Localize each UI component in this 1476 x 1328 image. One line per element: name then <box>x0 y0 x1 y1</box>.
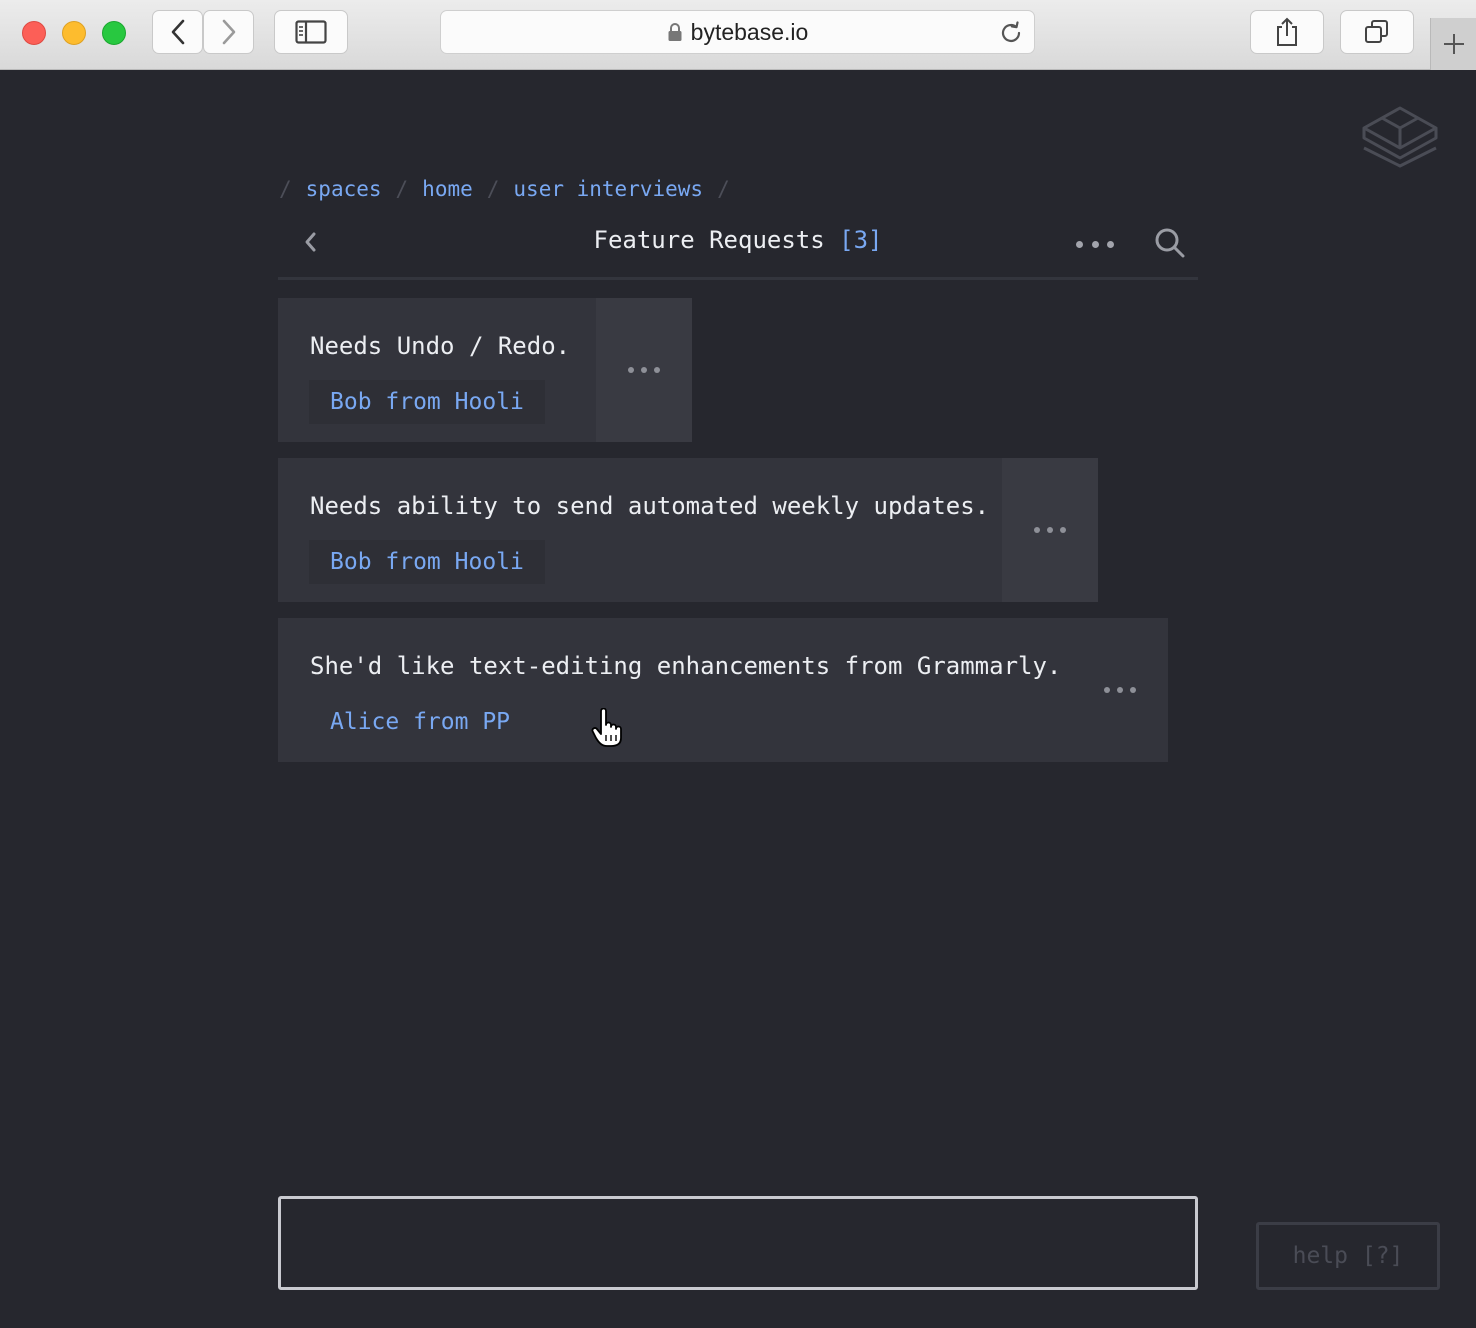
more-options-button[interactable] <box>1076 234 1114 254</box>
tabs-icon <box>1365 20 1388 43</box>
more-icon <box>1104 687 1136 693</box>
more-icon <box>1034 527 1066 533</box>
sidebar-icon <box>295 20 327 44</box>
page-header: Feature Requests [3] <box>278 220 1198 280</box>
minimize-window-button[interactable] <box>62 21 86 45</box>
card-text: She'd like text-editing enhancements fro… <box>310 652 1062 680</box>
zoom-window-button[interactable] <box>102 21 126 45</box>
breadcrumb-separator: / <box>486 177 500 201</box>
breadcrumb-user-interviews[interactable]: user interviews <box>513 177 703 201</box>
help-button[interactable]: help [?] <box>1256 1222 1440 1290</box>
card-text: Needs Undo / Redo. <box>310 332 571 360</box>
search-icon[interactable] <box>1154 227 1186 259</box>
new-tab-button[interactable] <box>1430 18 1476 70</box>
page-title-text: Feature Requests <box>593 226 825 254</box>
hand-cursor-icon <box>591 708 622 747</box>
breadcrumb-separator: / <box>279 177 292 201</box>
share-button[interactable] <box>1250 10 1324 54</box>
chevron-left-icon <box>305 232 316 252</box>
card-menu-button[interactable] <box>596 298 692 442</box>
dot <box>1076 240 1083 248</box>
list-item[interactable]: Needs ability to send automated weekly u… <box>278 458 1098 602</box>
browser-forward-button[interactable] <box>203 10 254 54</box>
browser-toolbar: bytebase.io <box>0 0 1476 70</box>
card-tag[interactable]: Bob from Hooli <box>309 540 545 584</box>
breadcrumb-spaces[interactable]: spaces <box>306 177 382 201</box>
list-item[interactable]: Needs Undo / Redo. Bob from Hooli <box>278 298 692 442</box>
card-menu-button[interactable] <box>1072 618 1168 762</box>
browser-back-button[interactable] <box>152 10 203 54</box>
dot <box>1091 240 1099 248</box>
sidebar-toggle-button[interactable] <box>274 10 348 54</box>
card-tag[interactable]: Bob from Hooli <box>309 380 545 424</box>
tab-overview-button[interactable] <box>1340 10 1414 54</box>
breadcrumb-separator: / <box>395 177 409 201</box>
card-content[interactable]: She'd like text-editing enhancements fro… <box>278 618 1072 762</box>
card-content[interactable]: Needs ability to send automated weekly u… <box>278 458 1002 602</box>
item-count: [3] <box>839 226 883 254</box>
breadcrumb-home[interactable]: home <box>422 177 473 201</box>
breadcrumb-separator: / <box>717 177 730 201</box>
card-menu-button[interactable] <box>1002 458 1098 602</box>
dot <box>1107 240 1114 248</box>
url-text: bytebase.io <box>690 18 809 45</box>
chevron-left-icon <box>171 19 184 45</box>
reload-icon[interactable] <box>998 20 1024 46</box>
chevron-right-icon <box>222 19 235 45</box>
list-item[interactable]: She'd like text-editing enhancements fro… <box>278 618 1168 762</box>
close-window-button[interactable] <box>22 21 46 45</box>
card-content[interactable]: Needs Undo / Redo. Bob from Hooli <box>278 298 596 442</box>
breadcrumb: / spaces / home / user interviews / <box>279 174 744 204</box>
back-button[interactable] <box>298 230 322 254</box>
more-icon <box>628 367 660 373</box>
bytebase-logo-icon[interactable] <box>1360 104 1440 170</box>
page-title: Feature Requests [3] <box>278 226 1198 254</box>
lock-icon <box>668 23 682 41</box>
card-tag[interactable]: Alice from PP <box>309 700 531 744</box>
address-bar[interactable]: bytebase.io <box>440 10 1035 54</box>
card-text: Needs ability to send automated weekly u… <box>310 492 990 520</box>
share-icon <box>1277 17 1297 46</box>
plus-icon <box>1443 34 1464 54</box>
new-item-input[interactable] <box>278 1196 1198 1290</box>
